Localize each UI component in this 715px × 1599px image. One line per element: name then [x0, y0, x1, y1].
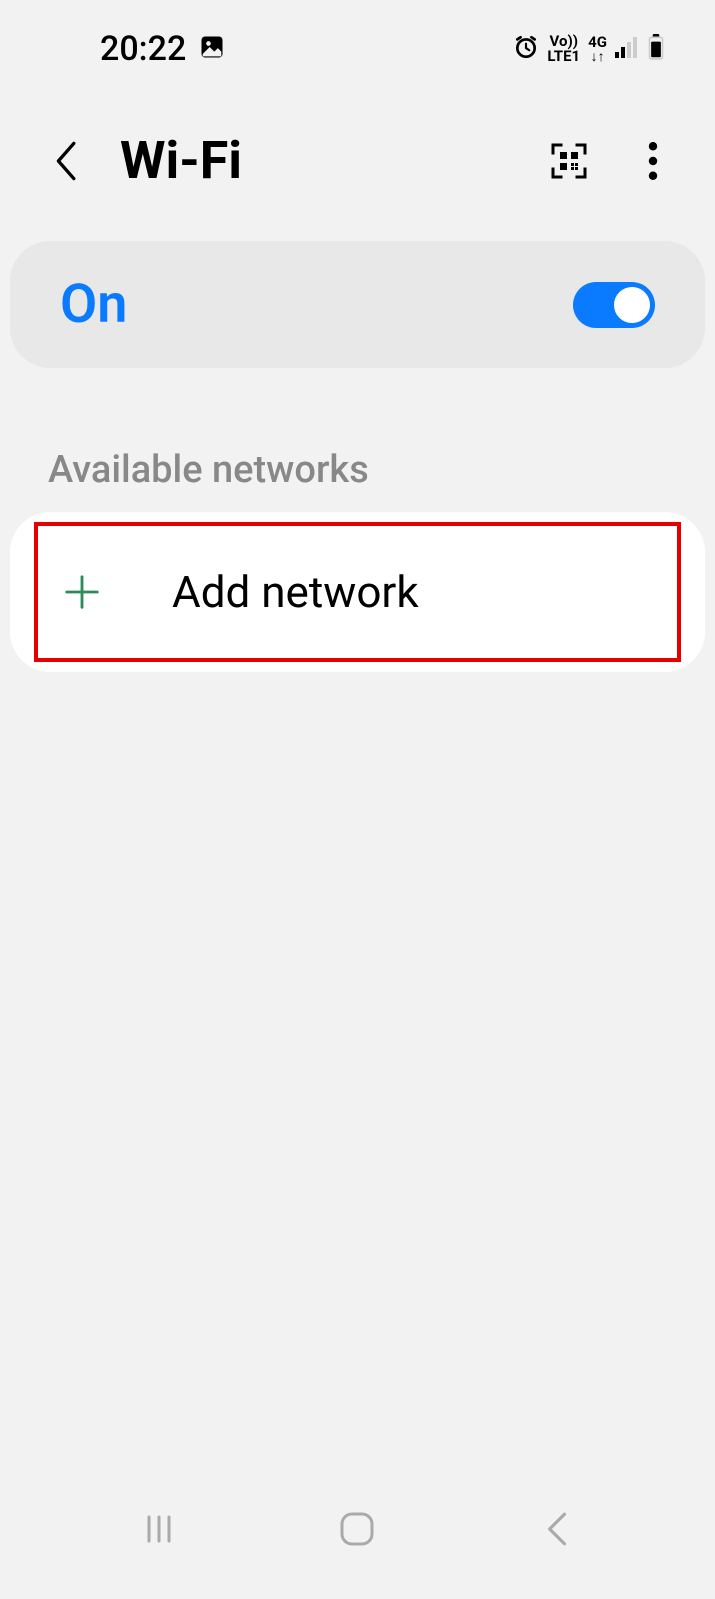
available-networks-header: Available networks: [0, 388, 715, 512]
add-network-label: Add network: [172, 566, 419, 618]
wifi-toggle-switch[interactable]: [573, 282, 655, 328]
nav-back-button[interactable]: [526, 1499, 586, 1559]
status-time: 20:22: [100, 29, 186, 69]
plus-icon: [62, 572, 102, 612]
home-button[interactable]: [327, 1499, 387, 1559]
recents-button[interactable]: [129, 1499, 189, 1559]
header-actions: [547, 139, 675, 183]
app-header: Wi-Fi: [0, 70, 715, 221]
wifi-status-label: On: [60, 273, 127, 336]
page-title: Wi-Fi: [120, 130, 547, 191]
volte-indicator: Vo)) LTE1: [547, 34, 580, 64]
network-list: Add network: [10, 512, 705, 672]
wifi-toggle-card[interactable]: On: [10, 241, 705, 368]
more-options-button[interactable]: [631, 139, 675, 183]
back-button[interactable]: [40, 136, 90, 186]
alarm-icon: [513, 34, 539, 64]
navigation-bar: [0, 1479, 715, 1579]
battery-icon: [647, 34, 665, 64]
add-network-button[interactable]: Add network: [34, 522, 681, 662]
toggle-thumb: [612, 285, 652, 325]
network-type-indicator: 4G ↓↑: [588, 35, 607, 64]
qr-scan-button[interactable]: [547, 139, 591, 183]
signal-icon: [615, 36, 639, 62]
status-left: 20:22: [100, 29, 226, 69]
status-right: Vo)) LTE1 4G ↓↑: [513, 34, 665, 64]
picture-icon: [198, 33, 226, 65]
status-bar: 20:22 Vo)) LTE1 4G ↓↑: [0, 0, 715, 70]
